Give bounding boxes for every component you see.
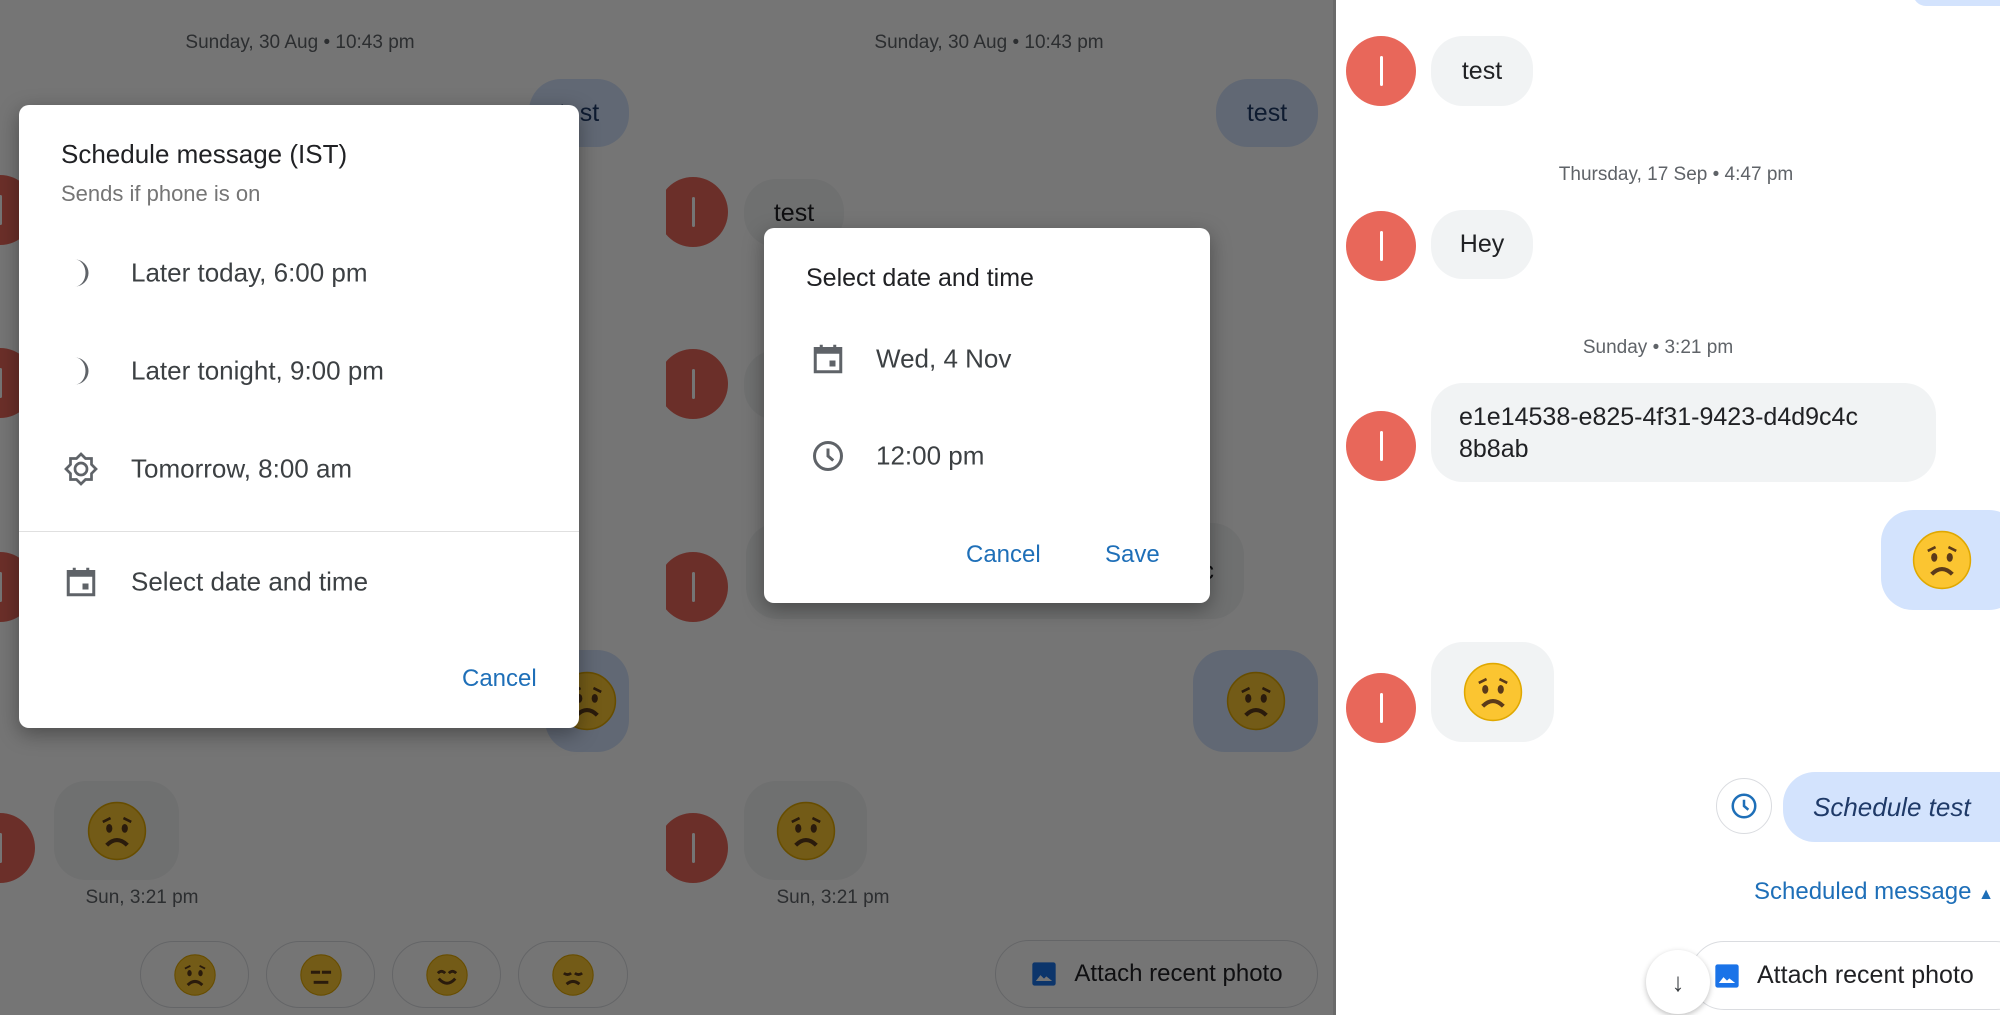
image-icon — [1715, 963, 1739, 988]
incoming-emoji-message[interactable] — [54, 781, 179, 880]
worried-emoji-icon — [1225, 670, 1287, 732]
avatar — [666, 813, 728, 883]
scroll-to-bottom-button[interactable]: ↓ — [1646, 950, 1710, 1014]
chip-label: Attach recent photo — [1757, 961, 1974, 989]
divider — [19, 531, 579, 532]
message-text: e1e14538-e825-4f31-9423-d4d9c4c — [1459, 402, 1858, 431]
date-divider: Sunday, 30 Aug • 10:43 pm — [874, 32, 1104, 53]
clock-icon — [813, 441, 843, 471]
cancel-button[interactable]: Cancel — [966, 541, 1041, 569]
message-time: Sun, 3:21 pm — [85, 887, 199, 908]
clock-icon — [1731, 793, 1757, 819]
avatar — [1346, 673, 1416, 743]
incoming-message[interactable]: test — [1431, 36, 1533, 106]
scheduled-clock-button[interactable] — [1716, 778, 1772, 834]
option-label: Later today, 6:00 pm — [131, 257, 368, 288]
outgoing-message[interactable]: test — [1216, 79, 1318, 147]
label-text: Scheduled message — [1754, 878, 1972, 905]
avatar — [1346, 411, 1416, 481]
schedule-message-dialog: Schedule message (IST) Sends if phone is… — [19, 105, 579, 728]
save-button[interactable]: Save — [1105, 541, 1160, 569]
scheduled-message-label[interactable]: Scheduled message ▲ — [1754, 878, 1994, 906]
arrow-down-icon: ↓ — [1671, 966, 1685, 997]
message-time: Sun, 3:21 pm — [776, 887, 890, 908]
moon-icon — [75, 259, 89, 287]
panel-schedule-options: Sunday, 30 Aug • 10:43 pm test Sun, 3:21… — [0, 0, 666, 1015]
incoming-emoji-message[interactable] — [744, 781, 867, 880]
calendar-icon — [66, 567, 96, 597]
worried-emoji-icon — [86, 800, 148, 862]
avatar — [1346, 36, 1416, 106]
worried-emoji-icon — [173, 953, 217, 997]
option-label: Tomorrow, 8:00 am — [131, 453, 353, 484]
avatar — [0, 813, 35, 883]
avatar — [1346, 211, 1416, 281]
disappointed-emoji-icon — [551, 953, 595, 997]
sun-icon — [64, 452, 98, 486]
worried-emoji-icon — [1911, 529, 1973, 591]
outgoing-emoji-message[interactable] — [1193, 650, 1318, 752]
incoming-message[interactable]: e1e14538-e825-4f31-9423-d4d9c4c 8b8ab — [1431, 383, 1936, 482]
avatar — [666, 552, 728, 622]
cancel-button[interactable]: Cancel — [462, 665, 537, 693]
smart-reply-disappointed[interactable] — [518, 941, 628, 1008]
divider — [1333, 0, 1336, 1015]
option-label: Select date and time — [131, 566, 369, 597]
outgoing-emoji-message[interactable] — [1881, 510, 2000, 610]
moon-icon — [75, 357, 89, 385]
panel-conversation: test Thursday, 17 Sep • 4:47 pm Hey Sund… — [1333, 0, 2000, 1015]
attach-recent-photo-chip[interactable]: Attach recent photo — [995, 940, 1318, 1008]
avatar — [666, 349, 728, 419]
chip-label: Attach recent photo — [1074, 960, 1283, 987]
calendar-icon — [813, 344, 843, 374]
scheduled-message-bubble[interactable]: Schedule test — [1783, 772, 2000, 842]
dialog-subtitle: Sends if phone is on — [61, 181, 261, 206]
dialog-title: Schedule message (IST) — [61, 139, 348, 169]
expressionless-emoji-icon — [299, 953, 343, 997]
date-divider: Sunday, 30 Aug • 10:43 pm — [185, 32, 415, 53]
smiling-emoji-icon — [425, 953, 469, 997]
message-text: 8b8ab — [1459, 434, 1529, 463]
smart-reply-smiling[interactable] — [392, 941, 501, 1008]
smart-reply-expressionless[interactable] — [266, 941, 375, 1008]
date-value: Wed, 4 Nov — [876, 343, 1012, 374]
time-value: 12:00 pm — [876, 440, 985, 471]
triangle-icon: ▲ — [1978, 886, 1994, 903]
dialog-title: Select date and time — [806, 264, 1034, 292]
image-icon — [1032, 962, 1057, 986]
attach-recent-photo-chip[interactable]: Attach recent photo — [1690, 941, 2000, 1010]
incoming-emoji-message[interactable] — [1431, 642, 1554, 742]
date-divider: Thursday, 17 Sep • 4:47 pm — [1558, 164, 1794, 185]
worried-emoji-icon — [1462, 661, 1524, 723]
date-divider: Sunday • 3:21 pm — [1582, 337, 1734, 358]
select-date-time-dialog: Select date and time Wed, 4 Nov 12:00 pm… — [764, 228, 1210, 603]
avatar — [666, 177, 728, 247]
worried-emoji-icon — [775, 800, 837, 862]
smart-reply-worried[interactable] — [140, 941, 249, 1008]
incoming-message[interactable]: Hey — [1431, 210, 1533, 279]
option-label: Later tonight, 9:00 pm — [131, 355, 384, 386]
outgoing-message[interactable] — [1913, 0, 2000, 6]
panel-date-time-picker: Sunday, 30 Aug • 10:43 pm test test c Su… — [666, 0, 1333, 1015]
